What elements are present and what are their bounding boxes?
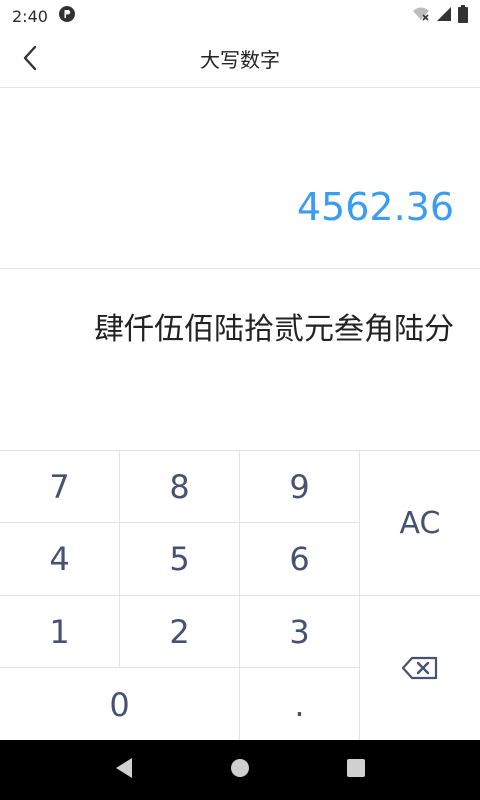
- divider: [0, 268, 480, 269]
- key-6[interactable]: 6: [240, 523, 360, 596]
- key-dot[interactable]: .: [240, 668, 360, 741]
- key-3[interactable]: 3: [240, 596, 360, 668]
- key-1[interactable]: 1: [0, 596, 120, 668]
- battery-icon: [458, 5, 468, 27]
- wifi-icon: [412, 6, 430, 26]
- page-title: 大写数字: [200, 48, 280, 72]
- status-left: 2:40: [12, 5, 76, 27]
- status-bar: 2:40: [0, 0, 480, 32]
- signal-icon: [436, 6, 452, 26]
- app-bar: 大写数字: [0, 32, 480, 88]
- chinese-amount-display: 肆仟伍佰陆拾贰元叁角陆分: [94, 312, 454, 347]
- key-0[interactable]: 0: [0, 668, 240, 741]
- key-9[interactable]: 9: [240, 451, 360, 523]
- nav-home-icon: [229, 757, 251, 783]
- nav-back-button[interactable]: [112, 758, 136, 782]
- nav-recents-button[interactable]: [344, 758, 368, 782]
- key-8[interactable]: 8: [120, 451, 240, 523]
- nav-back-icon: [114, 757, 134, 783]
- nav-recents-icon: [346, 758, 366, 782]
- number-display: 4562.36: [296, 185, 454, 229]
- status-app-icon: [58, 5, 76, 27]
- clear-button[interactable]: AC: [360, 451, 480, 596]
- system-nav-bar: [0, 740, 480, 800]
- key-2[interactable]: 2: [120, 596, 240, 668]
- status-right: [412, 5, 468, 27]
- key-5[interactable]: 5: [120, 523, 240, 596]
- key-4[interactable]: 4: [0, 523, 120, 596]
- keypad: 7 8 9 AC 4 5 6 1 2 3 0 .: [0, 450, 480, 741]
- nav-home-button[interactable]: [228, 758, 252, 782]
- backspace-button[interactable]: [360, 596, 480, 741]
- status-time: 2:40: [12, 6, 48, 26]
- backspace-icon: [401, 650, 439, 688]
- key-7[interactable]: 7: [0, 451, 120, 523]
